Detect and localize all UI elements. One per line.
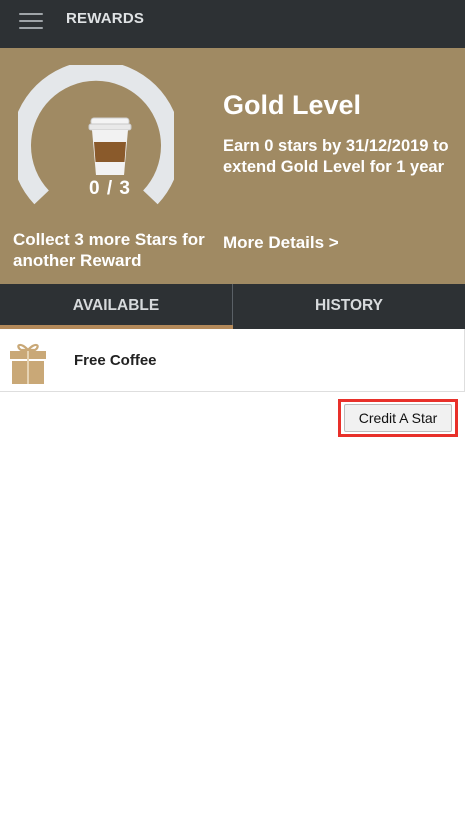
- coffee-cup-icon: [88, 117, 132, 175]
- tab-history[interactable]: HISTORY: [233, 284, 465, 329]
- collect-stars-message: Collect 3 more Stars for another Reward: [13, 230, 205, 270]
- page-title: REWARDS: [66, 10, 145, 27]
- level-title: Gold Level: [223, 90, 362, 120]
- credit-a-star-button[interactable]: Credit A Star: [344, 404, 452, 432]
- reward-name: Free Coffee: [74, 352, 157, 369]
- rewards-summary: 0 / 3 Collect 3 more Stars for another R…: [0, 48, 465, 284]
- stars-progress-count: 0 / 3: [89, 178, 131, 199]
- hamburger-menu-icon[interactable]: [12, 8, 50, 36]
- tab-available-label: AVAILABLE: [72, 297, 160, 314]
- more-details-link[interactable]: More Details >: [223, 233, 339, 253]
- tab-available[interactable]: AVAILABLE: [0, 284, 233, 329]
- reward-list-item[interactable]: Free Coffee: [0, 329, 465, 392]
- top-app-bar: REWARDS: [0, 0, 465, 48]
- gift-box-icon: [10, 343, 46, 384]
- rewards-screen: REWARDS 0 / 3 Collect 3 more Stars for a…: [0, 0, 465, 829]
- reward-tabs: AVAILABLE HISTORY: [0, 284, 465, 329]
- level-requirement-text: Earn 0 stars by 31/12/2019 to extend Gol…: [223, 137, 449, 176]
- tab-history-label: HISTORY: [314, 297, 384, 314]
